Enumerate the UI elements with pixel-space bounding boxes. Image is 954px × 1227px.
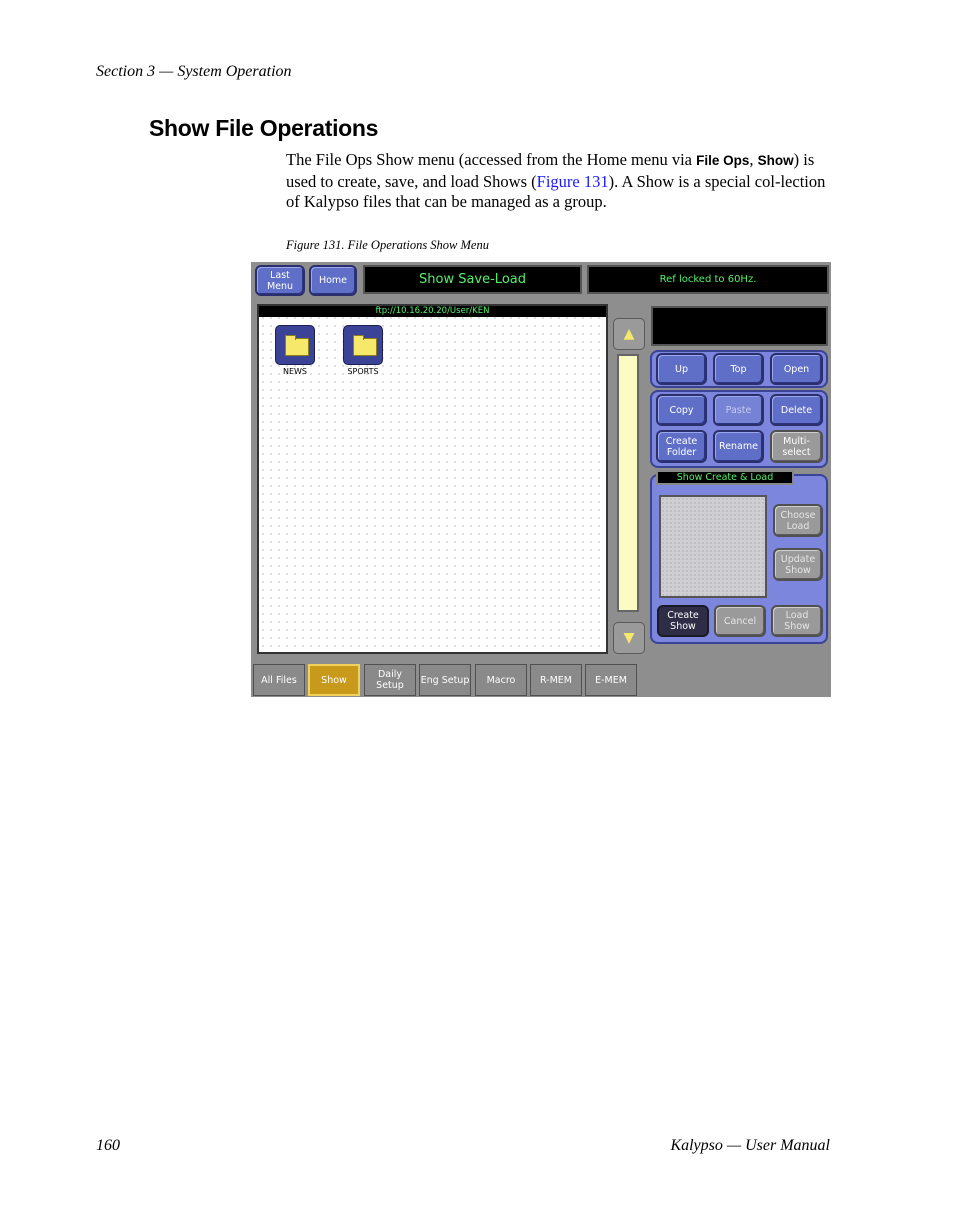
page-title: Show File Operations	[149, 115, 379, 141]
folder-sports-icon[interactable]	[343, 325, 383, 365]
arrow-up-icon: ▲	[623, 326, 635, 342]
status-display: Ref locked to 60Hz.	[587, 265, 829, 294]
cancel-button[interactable]: Cancel	[714, 605, 766, 637]
text-fragment: ,	[749, 150, 758, 169]
figure-caption: Figure 131. File Operations Show Menu	[286, 238, 489, 252]
section-header: Section 3 — System Operation	[96, 63, 292, 80]
multi-select-button[interactable]: Multi-select	[770, 430, 823, 463]
rename-button[interactable]: Rename	[713, 430, 764, 463]
home-button[interactable]: Home	[309, 265, 357, 296]
menu-path-show: Show	[757, 153, 794, 168]
file-ops-show-menu-screenshot: Last Menu Home Show Save-Load Ref locked…	[251, 262, 831, 697]
path-display: ftp://10.16.20.20/User/KEN	[259, 306, 606, 317]
create-folder-button[interactable]: Create Folder	[656, 430, 707, 463]
tab-macro[interactable]: Macro	[475, 664, 527, 696]
tab-r-mem[interactable]: R-MEM	[530, 664, 582, 696]
text-fragment: The File Ops Show menu (accessed from th…	[286, 150, 697, 169]
panel-title: Show Create & Load	[656, 470, 794, 485]
scroll-up-button[interactable]: ▲	[613, 318, 645, 350]
menu-path-file-ops: File Ops	[696, 153, 750, 168]
load-show-button[interactable]: Load Show	[771, 605, 823, 637]
top-button[interactable]: Top	[713, 353, 764, 385]
scrollbar-track[interactable]	[617, 354, 639, 612]
tab-daily-setup[interactable]: Daily Setup	[364, 664, 416, 696]
figure-link[interactable]: Figure 131	[537, 172, 609, 191]
intro-paragraph: The File Ops Show menu (accessed from th…	[286, 150, 834, 213]
folder-news-icon[interactable]	[275, 325, 315, 365]
scroll-down-button[interactable]: ▼	[613, 622, 645, 654]
tab-e-mem[interactable]: E-MEM	[585, 664, 637, 696]
page-number: 160	[96, 1137, 120, 1154]
tab-eng-setup[interactable]: Eng Setup	[419, 664, 471, 696]
folder-label: NEWS	[282, 367, 308, 376]
manual-title: Kalypso — User Manual	[670, 1137, 830, 1154]
update-show-button[interactable]: Update Show	[773, 548, 823, 581]
up-button[interactable]: Up	[656, 353, 707, 385]
tab-show[interactable]: Show	[308, 664, 360, 696]
tab-all-files[interactable]: All Files	[253, 664, 305, 696]
arrow-down-icon: ▼	[623, 630, 635, 646]
menu-title-display: Show Save-Load	[363, 265, 582, 294]
create-show-button[interactable]: Create Show	[657, 605, 709, 637]
file-browser-pane: ftp://10.16.20.20/User/KEN NEWS SPORTS	[257, 304, 608, 654]
open-button[interactable]: Open	[770, 353, 823, 385]
folder-label: SPORTS	[347, 367, 379, 376]
show-preview-area	[659, 495, 767, 598]
delete-button[interactable]: Delete	[770, 394, 823, 426]
copy-button[interactable]: Copy	[656, 394, 707, 426]
last-menu-button[interactable]: Last Menu	[255, 265, 305, 296]
paste-button[interactable]: Paste	[713, 394, 764, 426]
info-display	[651, 306, 828, 346]
choose-load-button[interactable]: Choose Load	[773, 504, 823, 537]
